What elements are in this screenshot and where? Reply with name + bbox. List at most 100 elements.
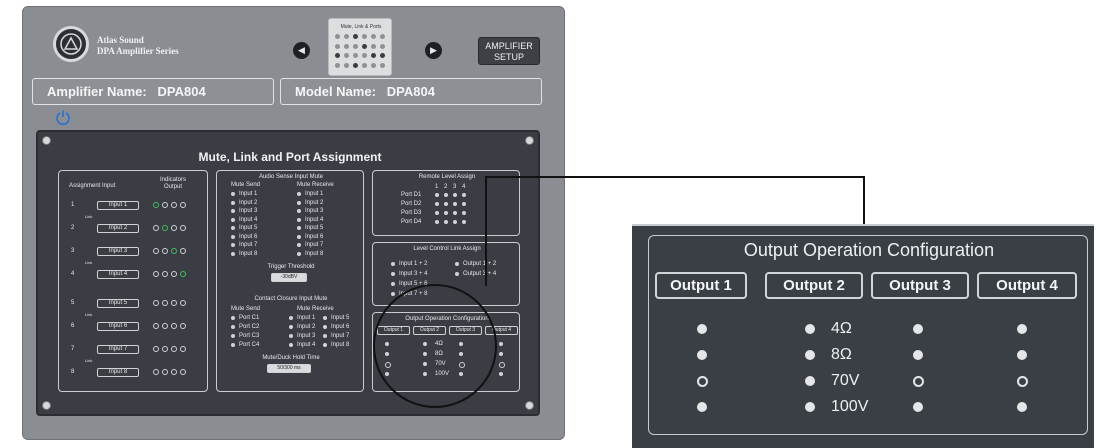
zoom-level-radio[interactable] xyxy=(1017,402,1027,412)
contact-receive-radio[interactable] xyxy=(289,316,293,320)
contact-receive-radio[interactable] xyxy=(323,334,327,338)
zoom-level-radio[interactable] xyxy=(913,324,923,334)
mute-send-radio[interactable] xyxy=(231,192,235,196)
next-page-button[interactable]: ▶ xyxy=(425,42,442,59)
mute-receive-radio[interactable] xyxy=(297,243,301,247)
link-checkbox[interactable] xyxy=(391,272,395,276)
remote-level-radio[interactable] xyxy=(435,220,439,224)
remote-level-radio[interactable] xyxy=(435,211,439,215)
zoom-level-radio[interactable] xyxy=(697,376,708,387)
contact-receive-radio[interactable] xyxy=(323,325,327,329)
input-select-button[interactable]: Input 7 xyxy=(97,345,139,354)
row-number: 6 xyxy=(71,323,75,329)
link-checkbox[interactable] xyxy=(391,292,395,296)
row-number: 7 xyxy=(71,346,75,352)
contact-send-radio[interactable] xyxy=(231,325,235,329)
panel-title: Mute, Link and Port Assignment xyxy=(198,150,382,164)
contact-send-radio[interactable] xyxy=(231,316,235,320)
zoom-level-radio[interactable] xyxy=(1017,350,1027,360)
remote-level-radio[interactable] xyxy=(444,193,448,197)
contact-receive-radio[interactable] xyxy=(323,343,327,347)
mute-send-radio[interactable] xyxy=(231,217,235,222)
zoom-level-radio[interactable] xyxy=(1017,324,1027,334)
mute-send-radio[interactable] xyxy=(231,226,235,230)
remote-level-radio[interactable] xyxy=(462,211,466,215)
remote-level-radio[interactable] xyxy=(453,220,457,224)
mute-send-label: Input 2 xyxy=(239,199,258,206)
input-select-button[interactable]: Input 6 xyxy=(97,322,139,331)
zoom-level-radio[interactable] xyxy=(805,350,815,360)
remote-level-radio[interactable] xyxy=(453,193,457,197)
remote-level-radio[interactable] xyxy=(435,193,439,197)
mute-send-radio[interactable] xyxy=(231,200,235,205)
setup-line-1: AMPLIFIER xyxy=(485,41,533,51)
link-checkbox[interactable] xyxy=(455,272,459,276)
hold-time-label: Mute/Duck Hold Time xyxy=(262,355,320,361)
input-select-button[interactable]: Input 4 xyxy=(97,270,139,279)
zoom-output-button[interactable]: Output 3 xyxy=(871,272,969,299)
zoom-level-radio[interactable] xyxy=(913,376,924,387)
mute-receive-radio[interactable] xyxy=(297,209,301,213)
remote-level-radio[interactable] xyxy=(462,202,466,206)
trigger-threshold-value[interactable]: -30dBV xyxy=(271,273,307,282)
zoom-level-label: 4Ω xyxy=(831,320,852,337)
zoom-output-button[interactable]: Output 2 xyxy=(765,272,863,299)
remote-level-radio[interactable] xyxy=(453,211,457,215)
output-level-radio[interactable] xyxy=(499,352,503,356)
mute-send-radio[interactable] xyxy=(231,243,235,247)
contact-send-radio[interactable] xyxy=(231,343,235,347)
mute-receive-radio[interactable] xyxy=(297,192,301,196)
hold-time-value[interactable]: 50/300 ms xyxy=(267,364,311,373)
remote-level-radio[interactable] xyxy=(444,202,448,206)
thumbnail-title: Mute, Link & Ports xyxy=(340,24,382,30)
zoom-level-radio[interactable] xyxy=(805,402,815,412)
mute-send-radio[interactable] xyxy=(231,209,235,213)
zoom-level-radio[interactable] xyxy=(697,324,707,334)
link-checkbox[interactable] xyxy=(455,262,459,266)
remote-level-radio[interactable] xyxy=(444,220,448,224)
input-select-button[interactable]: Input 5 xyxy=(97,299,139,308)
output-level-radio[interactable] xyxy=(499,372,503,376)
zoom-level-radio[interactable] xyxy=(697,402,707,412)
output-level-radio[interactable] xyxy=(499,362,505,368)
amplifier-setup-button[interactable]: AMPLIFIER SETUP xyxy=(478,37,540,65)
zoom-output-button[interactable]: Output 4 xyxy=(977,272,1077,299)
zoom-level-radio[interactable] xyxy=(1017,376,1028,387)
link-checkbox[interactable] xyxy=(391,262,395,266)
zoom-output-button[interactable]: Output 1 xyxy=(655,272,747,299)
input-select-button[interactable]: Input 8 xyxy=(97,368,139,377)
zoom-level-radio[interactable] xyxy=(913,402,923,412)
zoom-level-radio[interactable] xyxy=(697,350,707,360)
input-select-button[interactable]: Input 2 xyxy=(97,224,139,233)
contact-receive-label: Input 1 xyxy=(297,315,316,321)
mute-receive-radio[interactable] xyxy=(297,217,301,222)
input-select-button[interactable]: Input 1 xyxy=(97,201,139,210)
mute-receive-radio[interactable] xyxy=(297,234,301,239)
zoom-level-radio[interactable] xyxy=(805,324,815,334)
mute-send-radio[interactable] xyxy=(231,251,235,256)
output-level-radio[interactable] xyxy=(499,342,503,346)
contact-receive-radio[interactable] xyxy=(289,334,293,338)
contact-receive-radio[interactable] xyxy=(289,343,293,347)
link-checkbox[interactable] xyxy=(391,282,395,286)
zoom-level-radio[interactable] xyxy=(805,376,815,386)
mute-receive-radio[interactable] xyxy=(297,200,301,205)
input-select-button[interactable]: Input 3 xyxy=(97,247,139,256)
output-indicator xyxy=(153,300,159,306)
mute-receive-radio[interactable] xyxy=(297,251,301,256)
remote-level-radio[interactable] xyxy=(462,220,466,224)
remote-level-radio[interactable] xyxy=(435,202,439,206)
remote-level-radio[interactable] xyxy=(444,211,448,215)
page-thumbnail[interactable]: Mute, Link & Ports xyxy=(328,18,392,76)
remote-level-radio[interactable] xyxy=(462,193,466,197)
zoom-level-radio[interactable] xyxy=(913,350,923,360)
contact-receive-radio[interactable] xyxy=(289,325,293,329)
previous-page-button[interactable]: ◀ xyxy=(293,42,310,59)
power-icon[interactable] xyxy=(55,109,71,125)
screw-icon xyxy=(42,401,51,410)
mute-send-radio[interactable] xyxy=(231,234,235,239)
remote-level-radio[interactable] xyxy=(453,202,457,206)
mute-receive-radio[interactable] xyxy=(297,226,301,230)
contact-send-radio[interactable] xyxy=(231,334,235,338)
contact-receive-radio[interactable] xyxy=(323,316,327,320)
